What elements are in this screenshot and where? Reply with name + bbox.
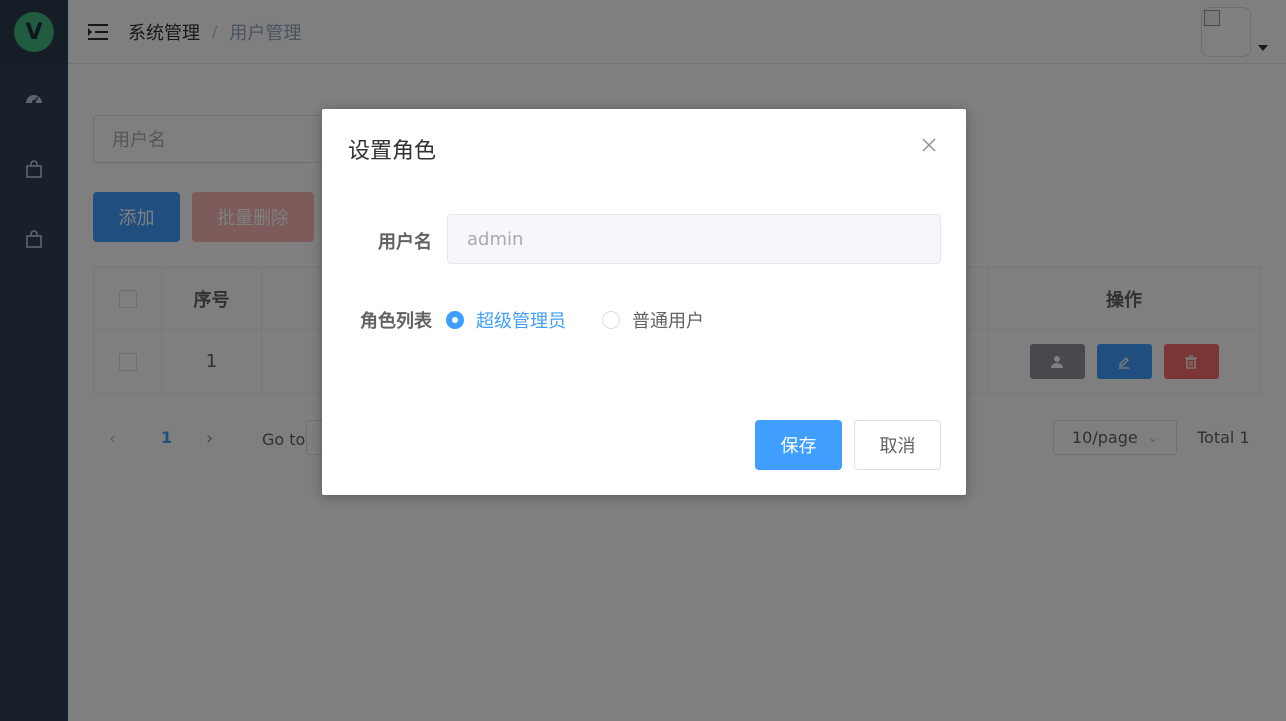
radio-checked-icon	[446, 311, 464, 329]
username-label: 用户名	[378, 232, 432, 253]
radio-unchecked-icon	[602, 311, 620, 329]
username-field: admin	[447, 214, 941, 264]
dialog-title: 设置角色	[348, 139, 437, 164]
cancel-button[interactable]: 取消	[854, 420, 941, 470]
set-role-dialog: 设置角色 用户名 admin 角色列表 超级管理员 普通用户 保存 取消	[322, 109, 966, 495]
role-label-normal-user: 普通用户	[632, 311, 704, 332]
role-label-super-admin: 超级管理员	[476, 311, 566, 332]
close-icon[interactable]	[920, 136, 938, 154]
role-radio-super-admin[interactable]: 超级管理员	[446, 307, 566, 333]
role-list-label: 角色列表	[360, 311, 432, 332]
role-radio-normal-user[interactable]: 普通用户	[602, 307, 704, 333]
save-button[interactable]: 保存	[755, 420, 842, 470]
